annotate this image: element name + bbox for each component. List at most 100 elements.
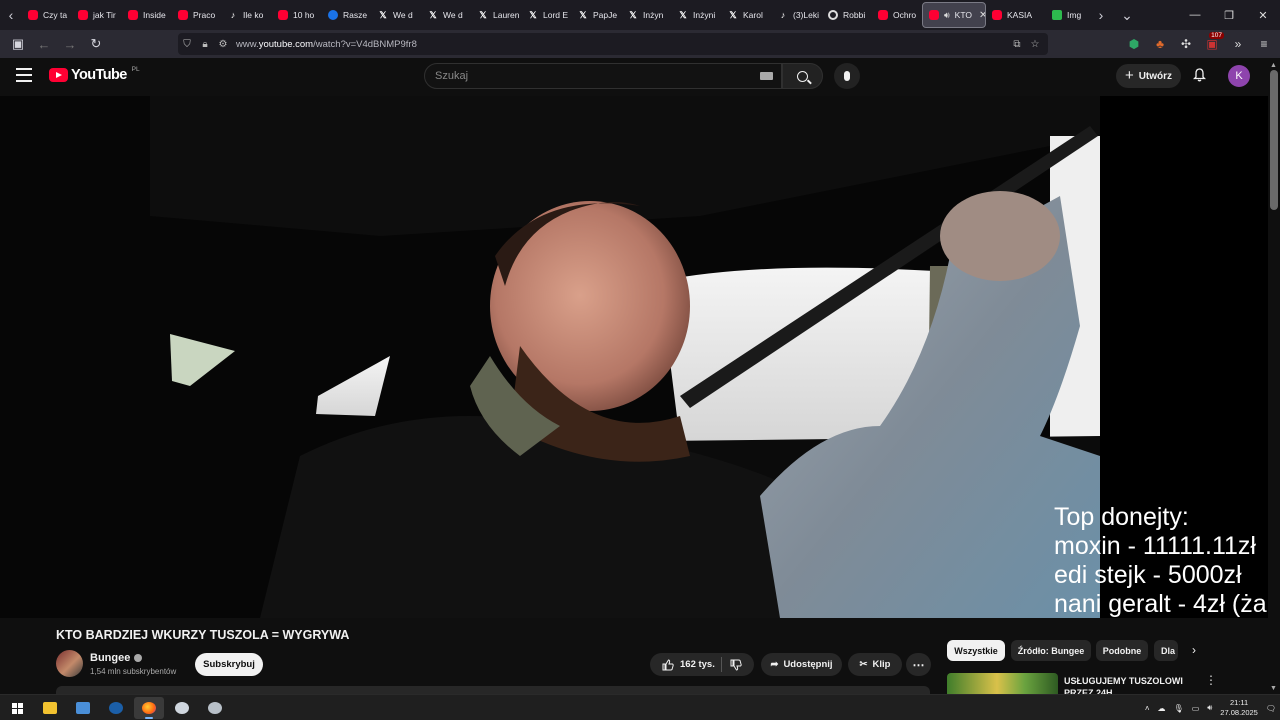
taskbar-app-rocket[interactable] bbox=[167, 697, 197, 719]
extension-shield-icon[interactable]: ⬢ bbox=[1124, 32, 1144, 56]
tab-scroll-left-icon[interactable]: ‹ bbox=[0, 0, 22, 30]
chip-for-you[interactable]: Dla bbox=[1154, 640, 1178, 661]
tab[interactable]: 𝕏 We d bbox=[422, 2, 472, 28]
chip-all[interactable]: Wszystkie bbox=[947, 640, 1005, 661]
minimize-icon[interactable]: — bbox=[1178, 0, 1212, 30]
audio-playing-icon[interactable]: 🔊︎ bbox=[944, 10, 950, 21]
reload-icon[interactable]: ↻ bbox=[84, 32, 108, 56]
video-player[interactable] bbox=[0, 96, 1100, 618]
tab[interactable]: Inside bbox=[122, 2, 172, 28]
volume-icon[interactable]: 🔊︎ bbox=[1207, 703, 1212, 713]
page-scrollbar[interactable]: ▼ bbox=[1268, 60, 1280, 692]
search-input[interactable]: Szukaj bbox=[424, 63, 782, 89]
tab[interactable]: 𝕏 PapJe bbox=[572, 2, 622, 28]
start-button[interactable] bbox=[2, 697, 32, 719]
overflow-chevrons-icon[interactable]: » bbox=[1228, 32, 1248, 56]
sidebar-toggle-icon[interactable]: ▣ bbox=[6, 32, 30, 56]
description-box[interactable] bbox=[56, 686, 930, 694]
tab[interactable]: Czy ta bbox=[22, 2, 72, 28]
keyboard-icon[interactable] bbox=[760, 72, 773, 80]
like-button[interactable]: 162 tys. bbox=[662, 658, 715, 671]
taskbar-app-extra[interactable] bbox=[200, 697, 230, 719]
url-bar[interactable]: ⛉ 🔒︎ ⚙︎ www.youtube.com/watch?v=V4dBNMP9… bbox=[178, 33, 1048, 55]
x-icon: 𝕏 bbox=[429, 10, 437, 20]
tab[interactable]: 𝕏 Karol bbox=[722, 2, 772, 28]
tab[interactable]: Img bbox=[1046, 2, 1090, 28]
tab-label: Rasze bbox=[343, 10, 368, 20]
tab[interactable]: 𝕏 Inżyn bbox=[622, 2, 672, 28]
tab[interactable]: Praco bbox=[172, 2, 222, 28]
channel-name-text[interactable]: Bungee bbox=[90, 652, 130, 664]
taskbar-app-monitor[interactable] bbox=[68, 697, 98, 719]
bookmark-star-icon[interactable]: ☆ bbox=[1026, 39, 1044, 50]
voice-search-button[interactable] bbox=[834, 63, 860, 89]
related-more-icon[interactable]: ⋮ bbox=[1205, 673, 1217, 687]
tab-strip: Czy ta jak Tir Inside Praco ♪ Ile ko 10 ho Rasz… bbox=[22, 0, 1090, 30]
tab[interactable]: Rasze bbox=[322, 2, 372, 28]
x-icon: 𝕏 bbox=[679, 10, 687, 20]
thumbs-down-icon[interactable] bbox=[730, 659, 742, 671]
youtube-icon bbox=[878, 10, 888, 20]
tab[interactable]: 10 ho bbox=[272, 2, 322, 28]
taskbar-file-explorer[interactable] bbox=[35, 697, 65, 719]
chips-next-chevron-icon[interactable]: › bbox=[1192, 643, 1196, 657]
tab-active[interactable]: 🔊︎ KTO ✕ bbox=[922, 2, 986, 28]
tab[interactable]: Robbi bbox=[822, 2, 872, 28]
chip-source-bungee[interactable]: Źródło: Bungee bbox=[1011, 640, 1091, 661]
picture-in-picture-icon[interactable]: ⧉ bbox=[1008, 39, 1026, 50]
scroll-up-icon[interactable]: ▲ bbox=[1270, 62, 1277, 69]
cloud-icon[interactable]: ☁ bbox=[1158, 704, 1166, 713]
tab[interactable]: ♪ Ile ko bbox=[222, 2, 272, 28]
scrollbar-thumb[interactable] bbox=[1270, 70, 1278, 210]
channel-avatar[interactable] bbox=[56, 650, 83, 677]
more-actions-button[interactable]: ⋯ bbox=[906, 653, 931, 676]
youtube-icon bbox=[992, 10, 1002, 20]
clock[interactable]: 21:11 27.08.2025 bbox=[1220, 698, 1258, 718]
subscribe-button[interactable]: Subskrybuj bbox=[195, 653, 263, 676]
related-video-thumbnail[interactable] bbox=[947, 673, 1058, 694]
tab[interactable]: 𝕏 Lauren bbox=[472, 2, 522, 28]
tab[interactable]: 𝕏 We d bbox=[372, 2, 422, 28]
share-icon: ➦ bbox=[770, 659, 779, 670]
tab[interactable]: Ochro bbox=[872, 2, 922, 28]
channel-name[interactable]: Bungee bbox=[90, 652, 143, 664]
url-text[interactable]: www.youtube.com/watch?v=V4dBNMP9fr8 bbox=[236, 39, 417, 50]
share-button[interactable]: ➦ Udostępnij bbox=[761, 653, 842, 676]
network-icon[interactable]: ▭ bbox=[1192, 704, 1200, 713]
tray-chevron-up-icon[interactable]: ˄ bbox=[1145, 704, 1150, 713]
forward-icon[interactable]: → bbox=[58, 32, 82, 56]
hamburger-menu-icon[interactable] bbox=[16, 68, 32, 82]
scroll-down-icon[interactable]: ▼ bbox=[1270, 685, 1277, 692]
taskbar-steam[interactable] bbox=[101, 697, 131, 719]
lock-icon[interactable]: 🔒︎ bbox=[196, 39, 214, 50]
tab-scroll-right-icon[interactable]: › bbox=[1090, 0, 1112, 30]
menu-icon[interactable]: ≡ bbox=[1254, 32, 1274, 56]
tab[interactable]: KASIA bbox=[986, 2, 1046, 28]
extension-badge-icon[interactable]: ▣ 107 bbox=[1202, 32, 1224, 56]
close-window-icon[interactable]: ✕ bbox=[1246, 0, 1280, 30]
notifications-icon[interactable]: 🗨︎ bbox=[1266, 704, 1276, 713]
microphone-tray-icon[interactable]: 🎙︎ bbox=[1174, 704, 1184, 713]
back-icon[interactable]: ← bbox=[32, 32, 56, 56]
tab-close-icon[interactable]: ✕ bbox=[979, 10, 985, 21]
permissions-icon[interactable]: ⚙︎ bbox=[214, 39, 232, 50]
site-icon bbox=[328, 10, 338, 20]
extension-fox-icon[interactable]: ♣ bbox=[1150, 32, 1170, 56]
restore-icon[interactable]: ❐ bbox=[1212, 0, 1246, 30]
taskbar-firefox[interactable] bbox=[134, 697, 164, 719]
extensions-puzzle-icon[interactable]: ✣ bbox=[1176, 32, 1196, 56]
youtube-logo[interactable]: YouTube PL bbox=[49, 66, 140, 83]
tab[interactable]: 𝕏 Inżyni bbox=[672, 2, 722, 28]
tab[interactable]: 𝕏 Lord E bbox=[522, 2, 572, 28]
chip-similar[interactable]: Podobne bbox=[1096, 640, 1148, 661]
notifications-bell-icon[interactable] bbox=[1193, 68, 1206, 82]
x-icon: 𝕏 bbox=[579, 10, 587, 20]
clip-button[interactable]: ✂ Klip bbox=[848, 653, 902, 676]
tab[interactable]: jak Tir bbox=[72, 2, 122, 28]
search-button[interactable] bbox=[782, 63, 823, 89]
account-avatar[interactable]: K bbox=[1228, 65, 1250, 87]
tab[interactable]: ♪ (3)Leki bbox=[772, 2, 822, 28]
create-button[interactable]: + Utwórz bbox=[1116, 64, 1181, 88]
shield-icon[interactable]: ⛉ bbox=[178, 39, 196, 50]
tab-list-chevron-down-icon[interactable]: ⌄ bbox=[1116, 0, 1138, 30]
